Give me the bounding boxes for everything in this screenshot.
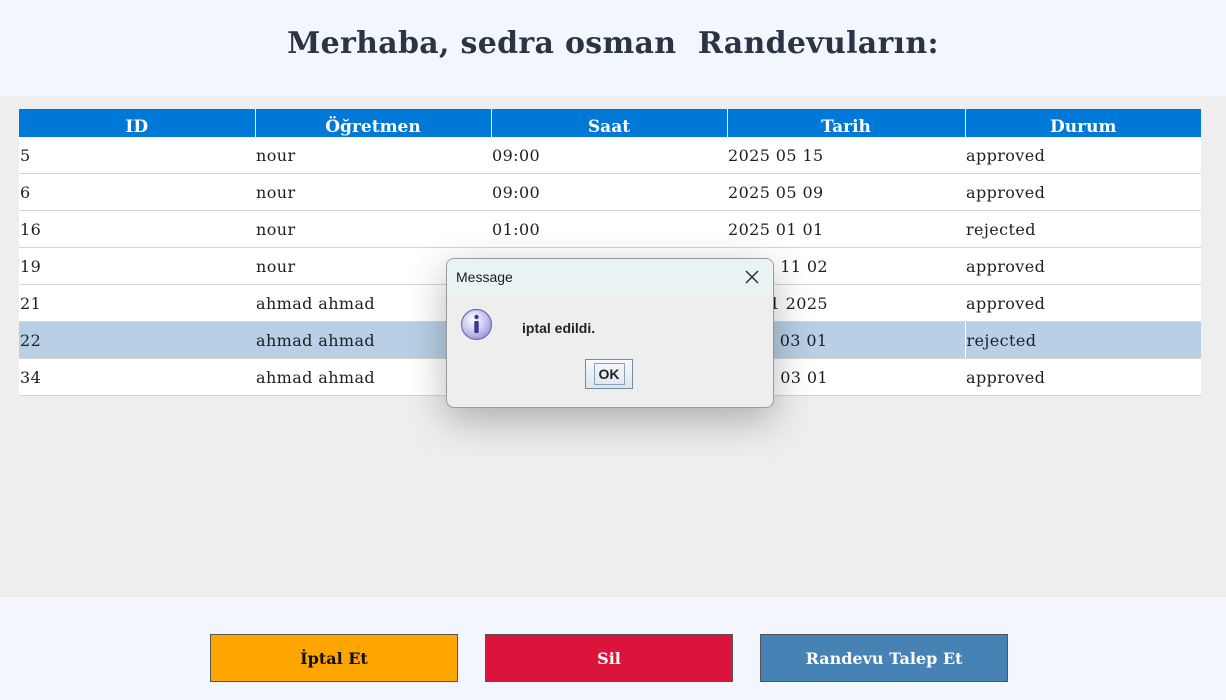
close-button[interactable] bbox=[737, 263, 767, 291]
column-header-id[interactable]: ID bbox=[19, 109, 256, 137]
cell-status: rejected bbox=[964, 321, 1201, 359]
cell-time: 09:00 bbox=[491, 137, 727, 174]
ok-button-label: OK bbox=[593, 363, 625, 385]
column-header-time[interactable]: Saat bbox=[491, 109, 728, 137]
dialog-titlebar[interactable]: Message bbox=[447, 259, 773, 296]
footer-actions: İptal Et Sil Randevu Talep Et bbox=[0, 597, 1226, 700]
delete-button[interactable]: Sil bbox=[485, 634, 733, 682]
cell-status: approved bbox=[965, 173, 1201, 211]
cell-teacher: nour bbox=[255, 210, 491, 248]
request-appointment-button[interactable]: Randevu Talep Et bbox=[760, 634, 1008, 682]
cell-status: rejected bbox=[965, 210, 1201, 248]
header: Merhaba, sedra osman Randevuların: bbox=[0, 0, 1226, 96]
cell-id: 5 bbox=[19, 137, 255, 174]
dialog-message: iptal edildi. bbox=[522, 320, 596, 336]
cell-date: 2025 05 09 bbox=[727, 173, 965, 211]
table-row[interactable]: 5 nour 09:00 2025 05 15 approved bbox=[19, 137, 1201, 174]
column-header-status[interactable]: Durum bbox=[965, 109, 1201, 137]
info-icon bbox=[460, 308, 493, 341]
cell-id: 6 bbox=[19, 173, 255, 211]
page-title: Merhaba, sedra osman Randevuların: bbox=[287, 26, 939, 61]
close-icon bbox=[745, 270, 759, 284]
cell-id: 21 bbox=[19, 284, 255, 322]
message-dialog: Message iptal edildi. OK bbox=[446, 258, 774, 408]
cell-id: 22 bbox=[19, 321, 255, 359]
cell-status: approved bbox=[965, 358, 1201, 396]
cell-date: 2025 05 15 bbox=[727, 137, 965, 174]
cancel-appointment-button[interactable]: İptal Et bbox=[210, 634, 458, 682]
ok-button[interactable]: OK bbox=[585, 359, 633, 389]
cell-time: 01:00 bbox=[491, 210, 727, 248]
table-header-row: ID Öğretmen Saat Tarih Durum bbox=[19, 109, 1201, 137]
cell-date: 2025 01 01 bbox=[727, 210, 965, 248]
cell-status: approved bbox=[965, 247, 1201, 285]
column-header-teacher[interactable]: Öğretmen bbox=[255, 109, 492, 137]
cell-time: 09:00 bbox=[491, 173, 727, 211]
column-header-date[interactable]: Tarih bbox=[727, 109, 966, 137]
cell-teacher: nour bbox=[255, 137, 491, 174]
cell-status: approved bbox=[965, 284, 1201, 322]
table-row[interactable]: 6 nour 09:00 2025 05 09 approved bbox=[19, 173, 1201, 211]
dialog-title: Message bbox=[456, 269, 513, 285]
cell-teacher: nour bbox=[255, 173, 491, 211]
table-row[interactable]: 16 nour 01:00 2025 01 01 rejected bbox=[19, 210, 1201, 248]
cell-id: 34 bbox=[19, 358, 255, 396]
cell-id: 16 bbox=[19, 210, 255, 248]
cell-id: 19 bbox=[19, 247, 255, 285]
cell-status: approved bbox=[965, 137, 1201, 174]
